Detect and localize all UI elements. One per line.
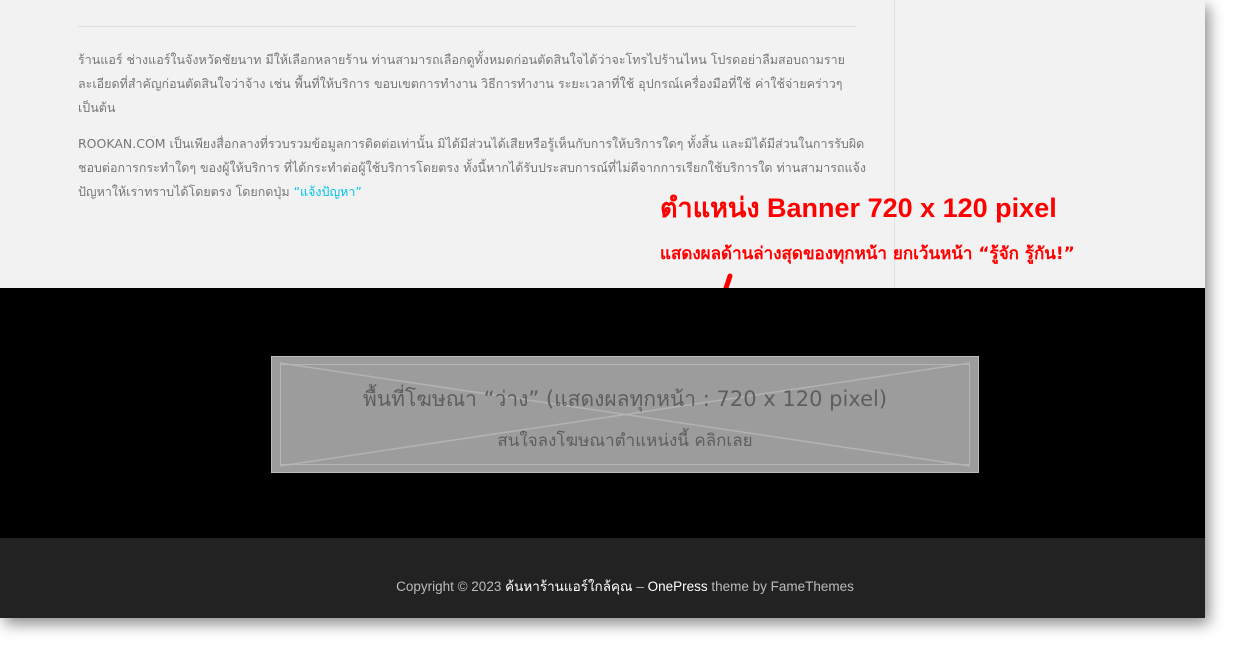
ad-vacancy-text: พื้นที่โฆษณา “ว่าง” (แสดงผลทุกหน้า : 720… [362,387,888,411]
ad-cta-text[interactable]: สนใจลงโฆษณาตำแหน่งนี้ คลิกเลย [272,427,978,454]
content-divider [78,26,856,27]
theme-by-text: theme by [707,579,771,594]
footer-widget-area: พื้นที่โฆษณา “ว่าง” (แสดงผลทุกหน้า : 720… [0,288,1205,538]
report-problem-link[interactable]: “แจ้งปัญหา” [294,184,362,199]
banner-position-annotation-subtitle: แสดงผลด้านล่างสุดของทุกหน้า ยกเว้นหน้า “… [660,244,1075,264]
theme-author-link[interactable]: FameThemes [771,579,854,594]
footer-separator: – [632,579,648,594]
banner-position-annotation-title: ตำแหน่ง Banner 720 x 120 pixel [660,193,1057,223]
theme-name-link[interactable]: OnePress [648,579,708,594]
site-footer: Copyright © 2023 ค้นหาร้านแอร์ใกล้คุณ – … [0,538,1205,618]
screenshot-frame: ร้านแอร์ ช่างแอร์ในจังหวัดชัยนาท มีให้เล… [0,0,1205,618]
copyright-text: Copyright © 2023 [396,579,502,594]
copyright-info: Copyright © 2023 ค้นหาร้านแอร์ใกล้คุณ – … [0,575,1205,597]
ad-banner-placeholder[interactable]: พื้นที่โฆษณา “ว่าง” (แสดงผลทุกหน้า : 720… [271,356,979,473]
intro-paragraph: ร้านแอร์ ช่างแอร์ในจังหวัดชัยนาท มีให้เล… [78,52,845,115]
page-content: ร้านแอร์ ช่างแอร์ในจังหวัดชัยนาท มีให้เล… [0,0,1205,288]
site-name-link[interactable]: ค้นหาร้านแอร์ใกล้คุณ [505,579,632,594]
